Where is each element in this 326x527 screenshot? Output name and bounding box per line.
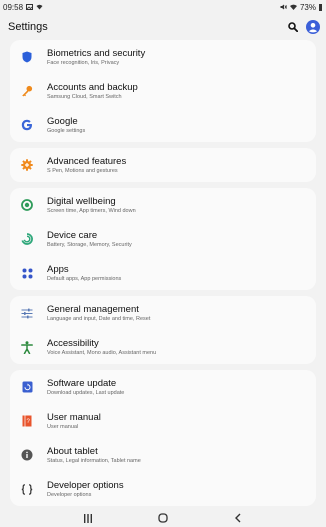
wellbeing-icon [20, 198, 34, 212]
item-title: User manual [47, 411, 101, 423]
item-subtitle: Language and input, Date and time, Reset [47, 315, 151, 322]
home-button[interactable] [153, 511, 173, 525]
item-subtitle: Screen time, App timers, Wind down [47, 207, 136, 214]
item-title: Software update [47, 377, 117, 389]
settings-item-google[interactable]: Google Google settings [10, 108, 316, 142]
item-subtitle: Developer options [47, 491, 92, 498]
item-title: Accessibility [47, 337, 99, 349]
manual-icon: ? [20, 414, 34, 428]
item-subtitle: Google settings [47, 127, 86, 134]
item-title: Google [47, 115, 78, 127]
info-icon [20, 448, 34, 462]
item-subtitle: Default apps, App permissions [47, 275, 122, 282]
settings-group: General management Language and input, D… [10, 296, 316, 364]
settings-item-accessibility[interactable]: Accessibility Voice Assistant, Mono audi… [10, 330, 316, 364]
wifi-notification-icon [36, 4, 43, 10]
item-title: Device care [47, 229, 98, 241]
settings-item-advanced-features[interactable]: Advanced features S Pen, Motions and ges… [10, 148, 316, 182]
item-title: Advanced features [47, 155, 127, 167]
item-subtitle: Samsung Cloud, Smart Switch [47, 93, 122, 100]
key-icon [20, 84, 34, 98]
item-subtitle: Battery, Storage, Memory, Security [47, 241, 132, 248]
item-subtitle: Voice Assistant, Mono audio, Assistant m… [47, 349, 157, 356]
navigation-bar [0, 509, 326, 527]
device-care-icon [20, 232, 34, 246]
battery-percent: 73% [299, 2, 316, 12]
image-notification-icon [26, 4, 34, 10]
item-subtitle: Face recognition, Iris, Privacy [47, 59, 120, 66]
item-title: Developer options [47, 479, 124, 491]
item-title: About tablet [47, 445, 98, 457]
settings-item-accounts-backup[interactable]: Accounts and backup Samsung Cloud, Smart… [10, 74, 316, 108]
mute-icon [280, 4, 287, 10]
account-avatar-icon[interactable] [306, 20, 320, 34]
sliders-icon [20, 306, 34, 320]
item-subtitle: User manual [47, 423, 79, 430]
google-icon [20, 118, 34, 132]
settings-item-about-tablet[interactable]: About tablet Status, Legal information, … [10, 438, 316, 472]
search-icon[interactable] [288, 22, 298, 32]
item-subtitle: Status, Legal information, Tablet name [47, 457, 141, 464]
recent-apps-button[interactable] [78, 511, 98, 525]
battery-icon [319, 3, 322, 11]
wifi-icon [289, 4, 297, 10]
settings-item-apps[interactable]: Apps Default apps, App permissions [10, 256, 316, 290]
settings-group: Digital wellbeing Screen time, App timer… [10, 188, 316, 290]
shield-icon [20, 50, 34, 64]
status-time: 09:58 [3, 2, 24, 12]
settings-item-digital-wellbeing[interactable]: Digital wellbeing Screen time, App timer… [10, 188, 316, 222]
settings-item-developer-options[interactable]: Developer options Developer options [10, 472, 316, 506]
item-subtitle: Download updates, Last update [47, 389, 125, 396]
apps-grid-icon [20, 266, 34, 280]
item-subtitle: S Pen, Motions and gestures [47, 167, 118, 174]
recent-apps-icon [83, 513, 92, 523]
settings-group: Software update Download updates, Last u… [10, 370, 316, 506]
gear-plus-icon [20, 158, 34, 172]
settings-item-general-management[interactable]: General management Language and input, D… [10, 296, 316, 330]
settings-group: Advanced features S Pen, Motions and ges… [10, 148, 316, 182]
item-title: Accounts and backup [47, 81, 138, 93]
settings-item-user-manual[interactable]: ? User manual User manual [10, 404, 316, 438]
back-button[interactable] [228, 511, 248, 525]
settings-item-device-care[interactable]: Device care Battery, Storage, Memory, Se… [10, 222, 316, 256]
item-title: Biometrics and security [47, 47, 146, 59]
settings-list: Biometrics and security Face recognition… [0, 40, 326, 506]
status-bar: 09:58 73% [0, 0, 326, 14]
code-braces-icon [20, 482, 34, 496]
accessibility-icon [20, 340, 34, 354]
item-title: Digital wellbeing [47, 195, 116, 207]
settings-group: Biometrics and security Face recognition… [10, 40, 316, 142]
back-icon [235, 513, 241, 523]
page-title: Settings [8, 21, 48, 33]
software-update-icon [20, 380, 34, 394]
item-title: General management [47, 303, 139, 315]
settings-item-software-update[interactable]: Software update Download updates, Last u… [10, 370, 316, 404]
settings-item-biometrics-security[interactable]: Biometrics and security Face recognition… [10, 40, 316, 74]
item-title: Apps [47, 263, 69, 275]
app-bar: Settings [0, 14, 326, 40]
home-icon [158, 513, 168, 523]
